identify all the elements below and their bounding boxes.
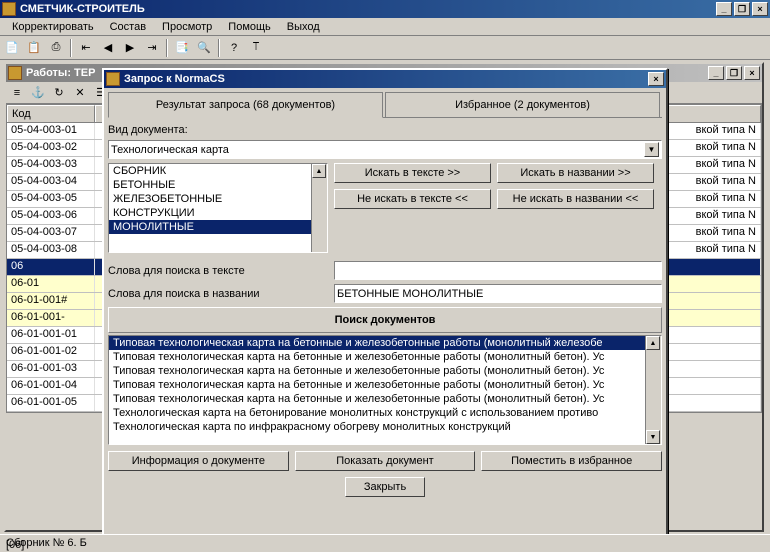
chevron-down-icon: ▼ <box>644 142 659 157</box>
menu-help[interactable]: Помощь <box>220 19 279 35</box>
cell-code: 06 <box>7 259 95 275</box>
doc-type-combo[interactable]: Технологическая карта ▼ <box>108 140 662 159</box>
scrollbar[interactable]: ▲ ▼ <box>645 336 661 444</box>
scroll-up-icon[interactable]: ▲ <box>646 336 660 350</box>
doc-type-value: Технологическая карта <box>111 144 229 156</box>
cell-code: 05-04-003-05 <box>7 191 95 207</box>
works-icon <box>8 66 22 80</box>
list-item[interactable]: Технологическая карта на бетонирование м… <box>109 406 661 420</box>
list-item[interactable]: КОНСТРУКЦИИ <box>109 206 327 220</box>
search-in-text-button[interactable]: Искать в тексте >> <box>334 163 491 183</box>
toolbar-btn[interactable]: 📋 <box>24 38 44 58</box>
restore-button[interactable]: ❐ <box>726 66 742 80</box>
close-button[interactable]: Закрыть <box>345 477 425 497</box>
cell-code: 06-01-001# <box>7 293 95 309</box>
scroll-up-icon[interactable]: ▲ <box>312 164 326 178</box>
cell-code: 05-04-003-04 <box>7 174 95 190</box>
menu-bar: Корректировать Состав Просмотр Помощь Вы… <box>0 18 770 36</box>
minimize-button[interactable]: _ <box>708 66 724 80</box>
search-in-name-button[interactable]: Искать в названии >> <box>497 163 654 183</box>
close-button[interactable]: × <box>752 2 768 16</box>
text-search-label: Слова для поиска в тексте <box>108 265 328 277</box>
cell-code: 06-01-001- <box>7 310 95 326</box>
cell-code: 05-04-003-02 <box>7 140 95 156</box>
normacs-dialog: Запрос к NormaCS × Результат запроса (68… <box>102 68 668 536</box>
menu-view[interactable]: Просмотр <box>154 19 220 35</box>
scrollbar[interactable]: ▲ <box>311 164 327 252</box>
show-doc-button[interactable]: Показать документ <box>295 451 476 471</box>
toolbar-btn[interactable]: ⇤ <box>76 38 96 58</box>
list-item[interactable]: Типовая технологическая карта на бетонны… <box>109 392 661 406</box>
dialog-icon <box>106 72 120 86</box>
doc-info-button[interactable]: Информация о документе <box>108 451 289 471</box>
name-search-input[interactable] <box>334 284 662 303</box>
cell-code: 05-04-003-07 <box>7 225 95 241</box>
list-item[interactable]: ЖЕЛЕЗОБЕТОННЫЕ <box>109 192 327 206</box>
search-header[interactable]: Поиск документов <box>108 307 662 333</box>
scroll-down-icon[interactable]: ▼ <box>646 430 660 444</box>
toolbar-btn[interactable]: 📄 <box>2 38 22 58</box>
list-item[interactable]: Типовая технологическая карта на бетонны… <box>109 378 661 392</box>
menu-composition[interactable]: Состав <box>102 19 154 35</box>
toolbar-btn[interactable]: ◀ <box>98 38 118 58</box>
main-toolbar: 📄 📋 ⎙ ⇤ ◀ ▶ ⇥ 📑 🔍 ? ⟙ <box>0 36 770 60</box>
toolbar-btn[interactable]: ⚓ <box>28 83 48 103</box>
list-item[interactable]: МОНОЛИТНЫЕ <box>109 220 327 234</box>
tab-favorites[interactable]: Избранное (2 документов) <box>385 92 660 117</box>
app-title: СМЕТЧИК-СТРОИТЕЛЬ <box>20 3 145 15</box>
toolbar-btn[interactable]: ≡ <box>7 83 27 103</box>
list-item[interactable]: СБОРНИК <box>109 164 327 178</box>
works-title: Работы: ТЕР <box>26 67 95 79</box>
add-favorite-button[interactable]: Поместить в избранное <box>481 451 662 471</box>
cell-code: 06-01-001-02 <box>7 344 95 360</box>
no-search-name-button[interactable]: Не искать в названии << <box>497 189 654 209</box>
list-item[interactable]: Технологическая карта по инфракрасному о… <box>109 420 661 434</box>
cell-code: 06-01-001-04 <box>7 378 95 394</box>
menu-correct[interactable]: Корректировать <box>4 19 102 35</box>
results-listbox[interactable]: Типовая технологическая карта на бетонны… <box>108 335 662 445</box>
cell-code: 06-01-001-01 <box>7 327 95 343</box>
app-titlebar: СМЕТЧИК-СТРОИТЕЛЬ _ ❐ × <box>0 0 770 18</box>
cell-code: 06-01 <box>7 276 95 292</box>
cell-code: 06-01-001-03 <box>7 361 95 377</box>
toolbar-btn[interactable]: ↻ <box>49 83 69 103</box>
close-button[interactable]: × <box>744 66 760 80</box>
cell-code: 05-04-003-08 <box>7 242 95 258</box>
list-item[interactable]: Типовая технологическая карта на бетонны… <box>109 364 661 378</box>
doc-type-label: Вид документа: <box>108 124 188 136</box>
cell-code: 05-04-003-01 <box>7 123 95 139</box>
restore-button[interactable]: ❐ <box>734 2 750 16</box>
dialog-title: Запрос к NormaCS <box>124 73 225 85</box>
dialog-titlebar[interactable]: Запрос к NormaCS × <box>104 70 666 88</box>
name-search-label: Слова для поиска в названии <box>108 288 328 300</box>
cell-code: 06-01-001-05 <box>7 395 95 411</box>
list-item[interactable]: Типовая технологическая карта на бетонны… <box>109 336 661 350</box>
app-icon <box>2 2 16 16</box>
toolbar-btn[interactable]: ✕ <box>70 83 90 103</box>
list-item[interactable]: БЕТОННЫЕ <box>109 178 327 192</box>
col-code[interactable]: Код <box>7 105 95 122</box>
cell-code: 05-04-003-06 <box>7 208 95 224</box>
dialog-close-button[interactable]: × <box>648 72 664 86</box>
toolbar-btn[interactable]: ⇥ <box>142 38 162 58</box>
toolbar-btn[interactable]: ▶ <box>120 38 140 58</box>
toolbar-btn[interactable]: ⎙ <box>46 38 66 58</box>
no-search-text-button[interactable]: Не искать в тексте << <box>334 189 491 209</box>
tab-results[interactable]: Результат запроса (68 документов) <box>108 92 383 118</box>
status-bar: Сборник № 6. Б <box>0 534 770 552</box>
minimize-button[interactable]: _ <box>716 2 732 16</box>
status-code: [06] <box>2 538 28 552</box>
text-search-input[interactable] <box>334 261 662 280</box>
toolbar-btn[interactable]: 🔍 <box>194 38 214 58</box>
keyword-listbox[interactable]: СБОРНИКБЕТОННЫЕЖЕЛЕЗОБЕТОННЫЕКОНСТРУКЦИИ… <box>108 163 328 253</box>
menu-exit[interactable]: Выход <box>279 19 328 35</box>
list-item[interactable]: Типовая технологическая карта на бетонны… <box>109 350 661 364</box>
cell-code: 05-04-003-03 <box>7 157 95 173</box>
toolbar-btn[interactable]: ? <box>224 38 244 58</box>
toolbar-btn[interactable]: 📑 <box>172 38 192 58</box>
toolbar-btn[interactable]: ⟙ <box>246 38 266 58</box>
dialog-tabs: Результат запроса (68 документов) Избран… <box>108 92 662 118</box>
